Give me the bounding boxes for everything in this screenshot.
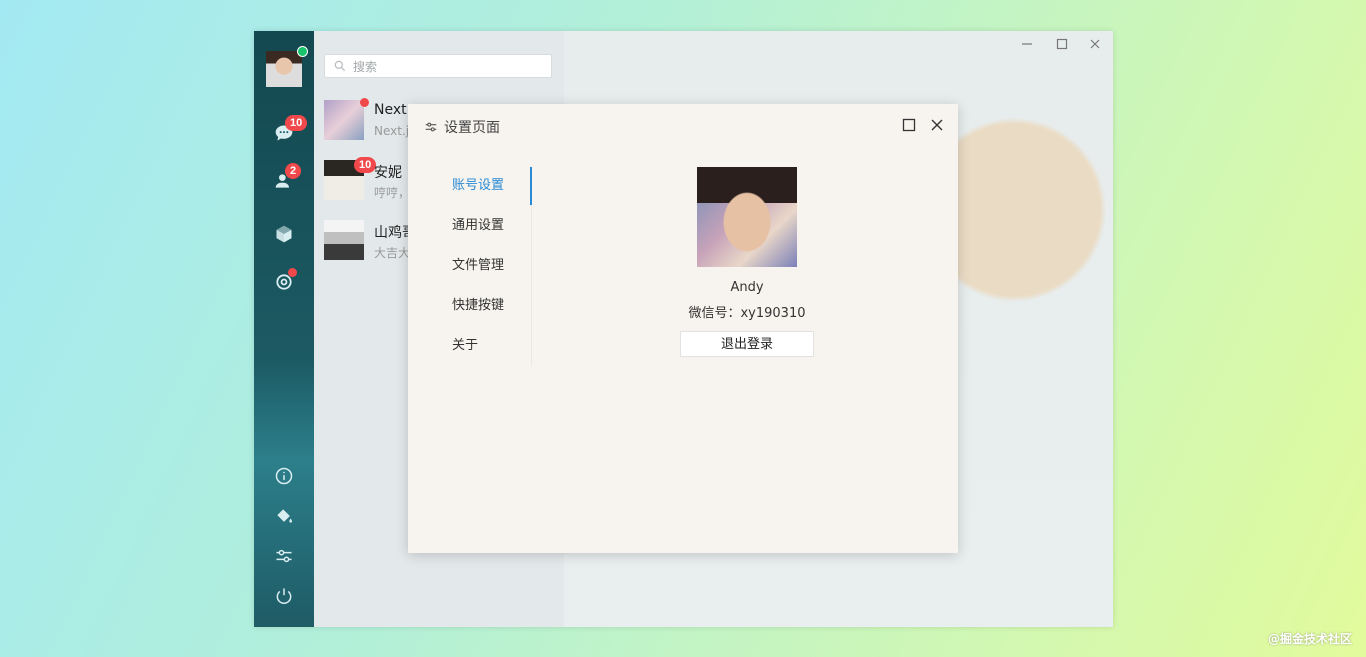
- dialog-title-text: 设置页面: [444, 120, 500, 136]
- menu-item-account[interactable]: 账号设置: [436, 166, 532, 206]
- box-icon: [276, 225, 292, 243]
- profile-name: Andy: [730, 280, 764, 295]
- dialog-close-icon[interactable]: [929, 117, 945, 133]
- minimize-icon[interactable]: [1020, 37, 1034, 51]
- settings-icon[interactable]: [272, 544, 296, 568]
- sidebar: 10 2: [254, 31, 314, 627]
- logout-button[interactable]: 退出登录: [680, 331, 814, 357]
- discover-dot-badge: [288, 268, 297, 277]
- user-avatar[interactable]: [266, 46, 308, 87]
- chat-unread-badge: 10: [354, 157, 377, 173]
- paint-bucket-icon: [277, 509, 292, 523]
- sliders-icon: [425, 122, 437, 132]
- close-icon[interactable]: [1088, 37, 1102, 51]
- chat-name: 安妮: [374, 165, 402, 181]
- group-avatar: [324, 100, 364, 140]
- sliders-icon: [276, 549, 292, 563]
- contacts-icon[interactable]: 2: [272, 163, 302, 193]
- search-icon: [334, 60, 346, 72]
- info-icon[interactable]: [272, 464, 296, 488]
- menu-item-files[interactable]: 文件管理: [436, 246, 532, 286]
- theme-icon[interactable]: [272, 504, 296, 528]
- online-status-dot: [297, 46, 308, 57]
- menu-item-general[interactable]: 通用设置: [436, 206, 532, 246]
- dialog-maximize-icon[interactable]: [901, 117, 917, 133]
- profile-photo: [697, 167, 797, 267]
- cube-icon[interactable]: [272, 222, 296, 246]
- dialog-title: 设置页面: [424, 117, 500, 137]
- watermark: @掘金技术社区: [1267, 632, 1352, 646]
- menu-item-shortcuts[interactable]: 快捷按键: [436, 286, 532, 326]
- contact-avatar: [324, 220, 364, 260]
- search-input[interactable]: 搜索: [324, 54, 552, 78]
- chat-preview: 哼哼，: [374, 186, 411, 200]
- power-off-icon: [276, 588, 292, 605]
- chat-unread-badge: 10: [285, 115, 308, 131]
- search-placeholder: 搜索: [353, 59, 378, 74]
- avatar-image: [266, 51, 302, 87]
- settings-dialog: 设置页面 账号设置 通用设置 文件管理 快捷按键 关于 Andy 微信号：xy1…: [408, 104, 958, 553]
- chat-icon[interactable]: 10: [272, 115, 308, 145]
- chat-name: Next.: [374, 102, 412, 118]
- profile-wechat-id: 微信号：xy190310: [688, 306, 806, 321]
- settings-menu: 账号设置 通用设置 文件管理 快捷按键 关于: [436, 166, 532, 366]
- info-circle-icon: [275, 467, 293, 485]
- unread-dot-badge: [360, 98, 369, 107]
- power-icon[interactable]: [272, 584, 296, 608]
- maximize-icon[interactable]: [1055, 37, 1069, 51]
- menu-item-about[interactable]: 关于: [436, 326, 532, 366]
- chat-preview: 大吉大: [374, 246, 411, 260]
- contacts-unread-badge: 2: [285, 163, 302, 179]
- chat-preview: Next.j: [374, 124, 410, 138]
- discover-icon[interactable]: [272, 268, 297, 294]
